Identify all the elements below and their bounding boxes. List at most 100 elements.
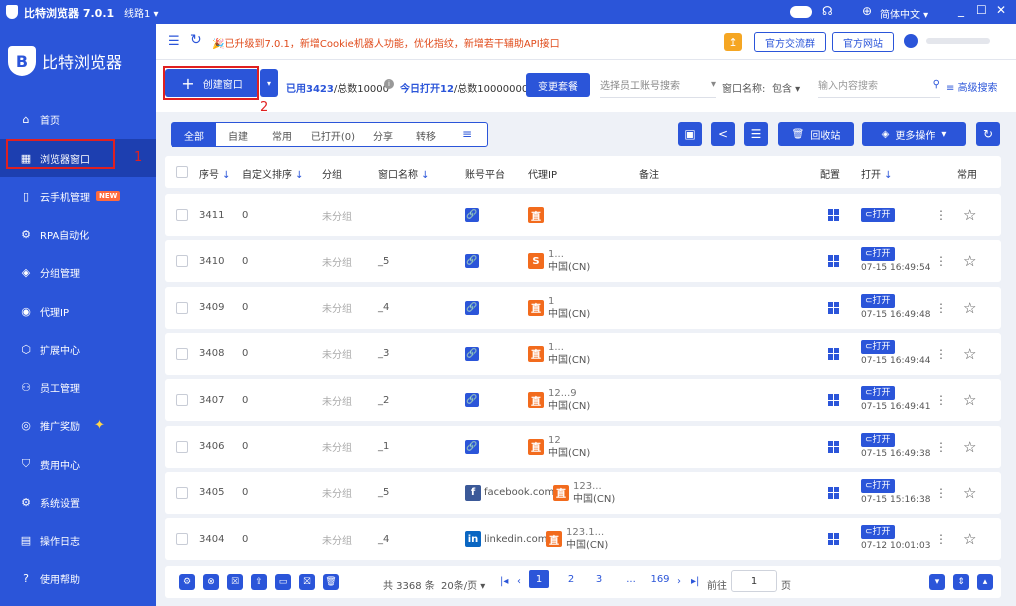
more-vertical-icon[interactable]: ⋮ — [935, 333, 947, 375]
notice-badge-icon[interactable]: ↥ — [724, 33, 742, 51]
page-2[interactable]: 3 — [589, 570, 609, 588]
row-checkbox[interactable] — [176, 440, 188, 453]
scroll-up-icon[interactable]: ▴ — [977, 574, 993, 590]
create-window-button[interactable]: + 创建窗口 — [165, 69, 259, 97]
platform-cell[interactable]: f facebook.com — [465, 472, 554, 514]
create-window-dropdown[interactable]: ▾ — [260, 69, 278, 97]
star-icon[interactable]: ☆ — [963, 194, 976, 236]
sidebar-item-11[interactable]: ▤ 操作日志 — [0, 521, 156, 559]
line-selector[interactable]: 线路1 ▾ — [124, 5, 159, 20]
page-0[interactable]: 1 — [529, 570, 549, 588]
open-button[interactable]: ⊂ 打开 — [861, 432, 895, 447]
change-plan-button[interactable]: 变更套餐 — [526, 73, 590, 97]
sidebar-item-10[interactable]: ⚙ 系统设置 — [0, 483, 156, 521]
first-page-icon[interactable]: |◂ — [500, 576, 508, 587]
headset-icon[interactable]: ☊ — [822, 4, 833, 18]
sidebar-item-7[interactable]: ⚇ 员工管理 — [0, 368, 156, 406]
open-button[interactable]: ⊂ 打开 — [861, 208, 895, 222]
close-icon[interactable]: ✕ — [996, 3, 1006, 17]
scroll-down-icon[interactable]: ▾ — [929, 574, 945, 590]
sort-lines-icon[interactable]: ≡ — [462, 127, 472, 141]
page-4[interactable]: 169 — [647, 570, 673, 588]
sort-arrow-icon[interactable]: ↓ — [292, 170, 303, 181]
more-vertical-icon[interactable]: ⋮ — [935, 518, 947, 560]
more-vertical-icon[interactable]: ⋮ — [935, 287, 947, 329]
collapse-icon[interactable]: ⇕ — [953, 574, 969, 590]
link-icon[interactable]: 🔗 — [465, 439, 479, 454]
column-header-3[interactable]: 窗口名称 ↓ — [378, 166, 430, 181]
collapse-menu-icon[interactable]: ☰ — [168, 34, 180, 49]
table-row[interactable]: 3409 0 未分组 _4 🔗 直 1 中国(CN) ⊂ 打开 07-15 16:49:48 ⋮ ☆ — [165, 286, 1001, 329]
more-vertical-icon[interactable]: ⋮ — [935, 379, 947, 421]
star-icon[interactable]: ☆ — [963, 472, 976, 514]
staff-search-select[interactable]: 选择员工账号搜索 ▾ — [600, 72, 716, 98]
minimize-icon[interactable]: _ — [958, 3, 964, 17]
import-icon[interactable]: ▭ — [275, 574, 291, 590]
more-vertical-icon[interactable]: ⋮ — [935, 426, 947, 468]
column-header-1[interactable]: 自定义排序 ↓ — [242, 166, 304, 181]
theme-toggle-icon[interactable] — [790, 6, 812, 18]
sidebar-item-8[interactable]: ◎ 推广奖励 ✦ — [0, 406, 156, 444]
info-icon[interactable]: i — [384, 79, 394, 89]
sidebar-item-0[interactable]: ⌂ 首页 — [0, 100, 156, 138]
user-avatar-icon[interactable] — [904, 34, 918, 48]
last-page-icon[interactable]: ▸| — [691, 576, 699, 587]
search-input[interactable]: 输入内容搜索 ⚲ — [818, 72, 940, 98]
table-row[interactable]: 3411 0 未分组 🔗 直 ⊂ 打开 ⋮ ☆ — [165, 194, 1001, 236]
refresh-icon[interactable]: ↻ — [190, 32, 202, 48]
star-icon[interactable]: ☆ — [963, 426, 976, 468]
sidebar-item-5[interactable]: ◉ 代理IP — [0, 292, 156, 330]
settings-circle-icon[interactable]: ⚙ — [179, 574, 195, 590]
sidebar-item-3[interactable]: ⚙ RPA自动化 — [0, 215, 156, 253]
open-button[interactable]: ⊂ 打开 — [861, 525, 895, 540]
row-checkbox[interactable] — [176, 486, 188, 499]
link-icon[interactable]: 🔗 — [465, 346, 479, 361]
tab-1[interactable]: 自建 — [216, 123, 260, 147]
row-checkbox[interactable] — [176, 301, 188, 314]
page-3[interactable]: ... — [621, 570, 641, 588]
open-button[interactable]: ⊂ 打开 — [861, 293, 895, 308]
next-page-icon[interactable]: › — [677, 576, 681, 587]
sidebar-item-4[interactable]: ◈ 分组管理 — [0, 253, 156, 291]
recycle-bin-button[interactable]: 🗑 回收站 — [778, 122, 854, 146]
match-mode-select[interactable]: 包含 ▾ — [772, 80, 800, 95]
link-icon[interactable]: 🔗 — [465, 393, 479, 408]
share-icon[interactable]: < — [711, 122, 735, 146]
sidebar-item-1[interactable]: ▦ 浏览器窗口 — [0, 139, 156, 177]
row-checkbox[interactable] — [176, 347, 188, 360]
tab-2[interactable]: 常用 — [260, 123, 304, 147]
more-vertical-icon[interactable]: ⋮ — [935, 472, 947, 514]
sidebar-item-12[interactable]: ? 使用帮助 — [0, 559, 156, 597]
page-1[interactable]: 2 — [561, 570, 581, 588]
link-icon[interactable]: 🔗 — [465, 208, 479, 222]
close-box-icon[interactable]: ☒ — [227, 574, 243, 590]
table-row[interactable]: 3408 0 未分组 _3 🔗 直 1... 中国(CN) ⊂ 打开 07-15 16:49:44… — [165, 332, 1001, 375]
sort-arrow-icon[interactable]: ↓ — [881, 170, 892, 181]
more-vertical-icon[interactable]: ⋮ — [935, 194, 947, 236]
more-vertical-icon[interactable]: ⋮ — [935, 240, 947, 282]
language-select[interactable]: 简体中文 ▾ — [880, 6, 928, 21]
sidebar-item-9[interactable]: ⛉ 费用中心 — [0, 445, 156, 483]
row-checkbox[interactable] — [176, 394, 188, 407]
table-row[interactable]: 3410 0 未分组 _5 🔗 S 1... 中国(CN) ⊂ 打开 07-15 16:49:54… — [165, 240, 1001, 283]
delete-all-icon[interactable]: ⛝ — [299, 574, 315, 590]
advanced-search-link[interactable]: ≡ 高级搜索 — [946, 79, 998, 94]
tab-3[interactable]: 已打开(0) — [304, 123, 362, 147]
platform-cell[interactable]: 🔗 — [465, 333, 479, 375]
tab-5[interactable]: 转移 — [404, 123, 448, 147]
table-row[interactable]: 3406 0 未分组 _1 🔗 直 12 中国(CN) ⊂ 打开 07-15 16:49:38 ⋮ ☆ — [165, 425, 1001, 468]
star-icon[interactable]: ☆ — [963, 518, 976, 560]
username-placeholder[interactable] — [926, 38, 990, 44]
maximize-icon[interactable]: ☐ — [976, 3, 987, 17]
row-checkbox[interactable] — [176, 209, 188, 221]
row-checkbox[interactable] — [176, 533, 188, 546]
star-icon[interactable]: ☆ — [963, 379, 976, 421]
star-icon[interactable]: ☆ — [963, 333, 976, 375]
search-icon[interactable]: ⚲ — [933, 79, 940, 90]
platform-cell[interactable]: 🔗 — [465, 287, 479, 329]
tab-0[interactable]: 全部 — [172, 123, 216, 147]
row-checkbox[interactable] — [176, 255, 188, 268]
reload-icon[interactable]: ↻ — [976, 122, 1000, 146]
open-button[interactable]: ⊂ 打开 — [861, 386, 895, 401]
open-button[interactable]: ⊂ 打开 — [861, 478, 895, 493]
